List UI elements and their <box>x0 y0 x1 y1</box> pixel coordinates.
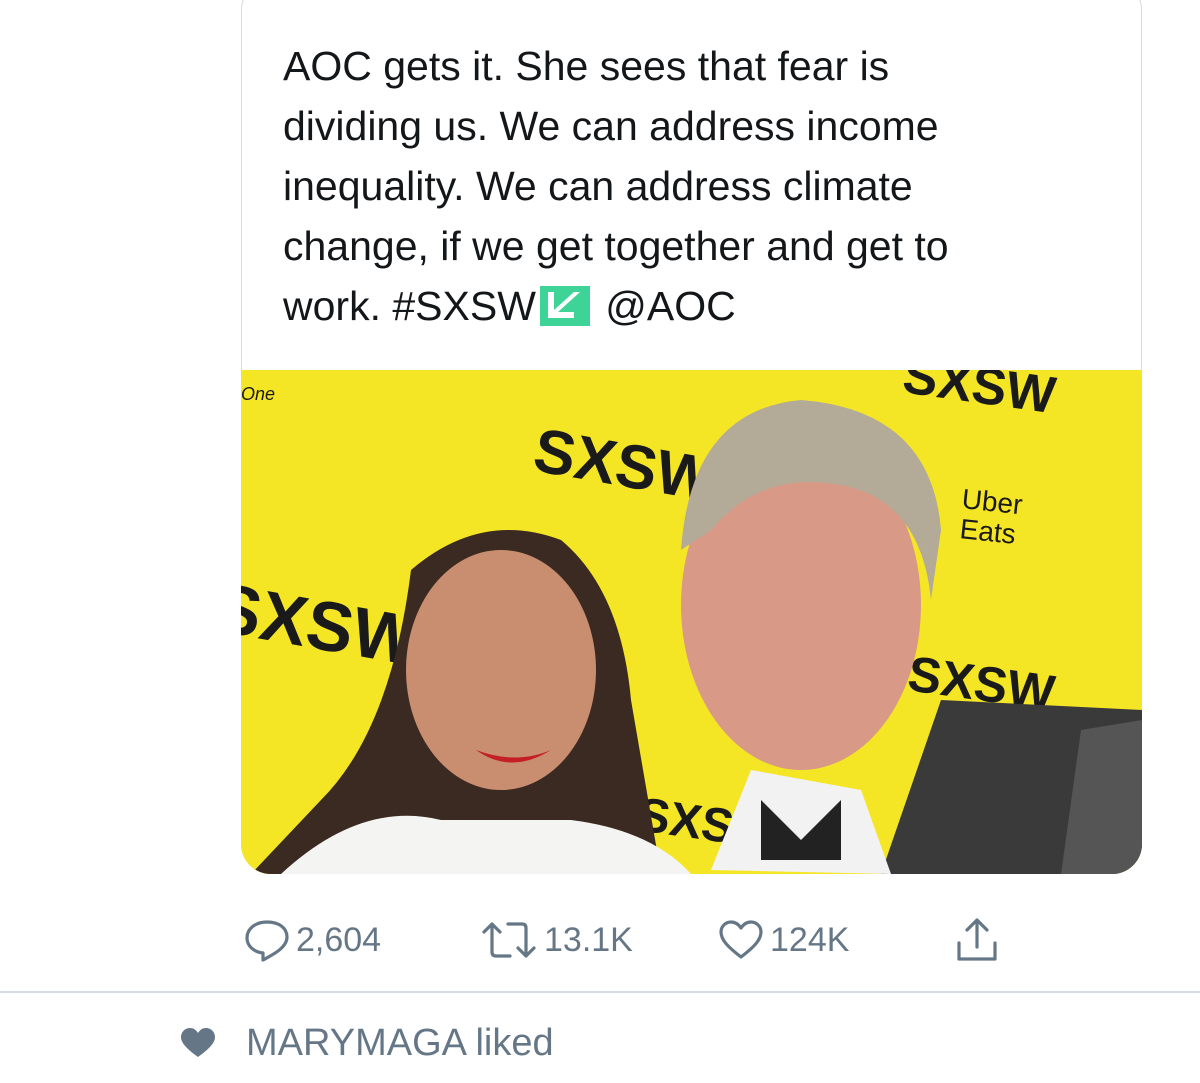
sponsor-one: One <box>241 384 275 404</box>
retweet-action[interactable]: 13.1K <box>480 905 633 975</box>
reply-action[interactable]: 2,604 <box>244 905 381 975</box>
tweet-text: AOC gets it. She sees that fear is divid… <box>283 36 1103 336</box>
share-action[interactable] <box>954 905 1000 975</box>
retweet-icon <box>482 922 536 958</box>
divider <box>0 991 1200 993</box>
reply-icon <box>245 920 289 962</box>
sponsor-eats: Eats <box>958 513 1017 550</box>
liked-by-text: MARYMAGA liked <box>246 1021 554 1064</box>
social-context-row[interactable]: MARYMAGA liked <box>180 1018 554 1068</box>
mention-link[interactable]: @AOC <box>605 283 735 329</box>
like-action[interactable]: 124K <box>718 905 849 975</box>
heart-icon <box>719 920 763 959</box>
tweet-photo[interactable]: SXSW SXSW SXSW SXSW SXSW Uber Eats One <box>241 370 1142 874</box>
share-icon <box>957 918 997 961</box>
sxsw-arrow-icon <box>539 282 590 326</box>
reply-count: 2,604 <box>296 920 382 959</box>
liked-heart-icon <box>181 1028 215 1057</box>
photo-illustration: SXSW SXSW SXSW SXSW SXSW Uber Eats One <box>241 370 1142 874</box>
tweet-actions-bar: 2,604 13.1K 124K <box>244 905 1044 975</box>
retweet-count: 13.1K <box>544 920 633 959</box>
like-count: 124K <box>770 920 850 959</box>
